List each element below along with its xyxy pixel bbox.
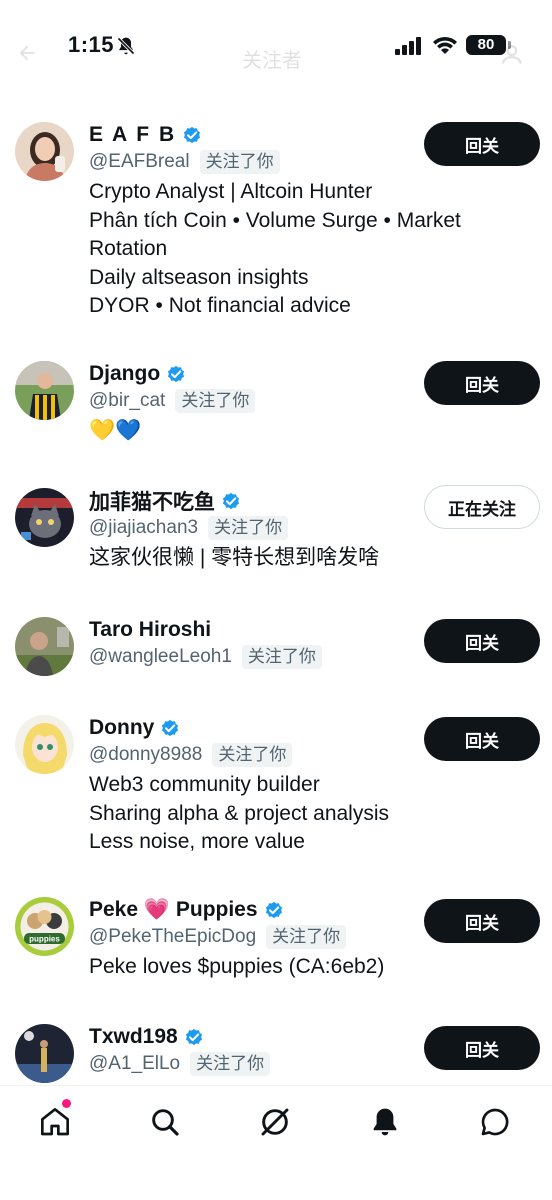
bottom-nav <box>0 1085 552 1200</box>
user-name: E A F B <box>89 123 177 146</box>
user-bio: Web3 community builder Sharing alpha & p… <box>89 771 489 857</box>
search-icon[interactable] <box>149 1106 181 1138</box>
bio-line: 💛💙 <box>89 419 142 442</box>
user-handle: @A1_ElLo <box>89 1053 181 1074</box>
list-item[interactable]: 加菲猫不吃鱼 @jiajiachan3 关注了你 这家伙很懒 | 零特长想到啥发… <box>0 485 552 578</box>
bell-off-icon <box>117 37 135 55</box>
verified-badge-icon <box>184 126 201 144</box>
bio-line: DYOR • Not financial advice <box>89 294 351 317</box>
list-item[interactable]: Txwd198 @A1_ElLo 关注了你 回关 <box>0 1024 552 1085</box>
verified-badge-icon <box>222 492 240 510</box>
list-item[interactable]: Taro Hiroshi @wangleeLeoh1 关注了你 回关 <box>0 617 552 687</box>
follows-you-badge: 关注了你 <box>190 1052 271 1076</box>
status-bar: 1:15 关注者 80 <box>0 0 552 92</box>
bio-line: Daily altseason insights <box>89 265 309 289</box>
verified-badge-icon <box>162 719 179 737</box>
bio-line: Less noise, more value <box>89 830 305 853</box>
handle-row: @bir_cat 关注了你 <box>89 388 256 414</box>
user-name: 加菲猫不吃鱼 <box>89 491 215 514</box>
list-item[interactable]: E A F B @EAFBreal 关注了你 Crypto Analyst | … <box>0 122 552 332</box>
header-title: 关注者 <box>242 50 302 72</box>
follows-you-badge: 关注了你 <box>175 389 256 413</box>
verified-badge-icon <box>168 365 185 383</box>
follow-back-button[interactable]: 回关 <box>424 361 540 405</box>
bio-line: Peke loves $puppies (CA:6eb2) <box>89 955 385 978</box>
avatar[interactable] <box>15 361 74 420</box>
user-handle: @wangleeLeoh1 <box>89 646 232 667</box>
user-bio: 💛💙 <box>89 417 489 446</box>
user-bio: Peke loves $puppies (CA:6eb2) <box>89 953 489 982</box>
followers-list[interactable]: E A F B @EAFBreal 关注了你 Crypto Analyst | … <box>0 92 552 1085</box>
handle-row: @A1_ElLo 关注了你 <box>89 1051 271 1077</box>
avatar[interactable] <box>15 715 74 774</box>
follow-back-button[interactable]: 回关 <box>424 717 540 761</box>
avatar[interactable] <box>15 488 74 547</box>
list-item[interactable]: Donny @donny8988 关注了你 Web3 community bui… <box>0 715 552 865</box>
follow-back-button[interactable]: 回关 <box>424 619 540 663</box>
follows-you-badge: 关注了你 <box>208 516 289 540</box>
following-button[interactable]: 正在关注 <box>424 485 540 529</box>
user-bio: 这家伙很懒 | 零特长想到啥发啥 <box>89 544 489 573</box>
avatar-text: puppies <box>29 935 60 944</box>
grok-icon[interactable] <box>259 1106 291 1138</box>
handle-row: @EAFBreal 关注了你 <box>89 149 280 175</box>
bio-line: Web3 community builder <box>89 773 320 796</box>
signal-icon <box>395 37 421 55</box>
user-handle: @EAFBreal <box>89 151 190 172</box>
follow-back-button[interactable]: 回关 <box>424 1026 540 1070</box>
home-icon[interactable] <box>39 1106 71 1138</box>
handle-row: @PekeTheEpicDog 关注了你 <box>89 924 347 950</box>
user-handle: @PekeTheEpicDog <box>89 926 257 947</box>
user-bio: Crypto Analyst | Altcoin Hunter Phân tíc… <box>89 178 489 321</box>
battery-icon: 80 <box>466 35 511 55</box>
name-row: Donny <box>89 715 181 741</box>
messages-icon[interactable] <box>479 1106 511 1138</box>
status-time: 1:15 <box>68 32 115 57</box>
name-row: Django <box>89 361 187 387</box>
name-row: Taro Hiroshi <box>89 617 211 643</box>
follows-you-badge: 关注了你 <box>241 645 322 669</box>
verified-badge-icon <box>265 901 282 919</box>
handle-row: @donny8988 关注了你 <box>89 742 293 768</box>
handle-row: @wangleeLeoh1 关注了你 <box>89 644 322 670</box>
user-handle: @donny8988 <box>89 744 203 765</box>
user-name: Taro Hiroshi <box>89 618 212 641</box>
user-handle: @bir_cat <box>89 390 166 411</box>
follows-you-badge: 关注了你 <box>212 743 293 767</box>
verified-badge-icon <box>185 1028 202 1046</box>
notifications-icon[interactable] <box>369 1106 401 1138</box>
follows-you-badge: 关注了你 <box>199 150 280 174</box>
follow-back-button[interactable]: 回关 <box>424 899 540 943</box>
handle-row: @jiajiachan3 关注了你 <box>89 515 289 541</box>
home-notification-dot <box>62 1099 71 1108</box>
user-name: Peke 💗 Puppies <box>89 898 258 921</box>
user-handle: @jiajiachan3 <box>89 517 199 538</box>
follows-you-badge: 关注了你 <box>266 925 347 949</box>
bio-line: 这家伙很懒 | 零特长想到啥发啥 <box>89 546 380 569</box>
bio-line: Rotation <box>89 237 168 260</box>
avatar[interactable] <box>15 122 74 181</box>
avatar[interactable] <box>15 617 74 676</box>
list-item[interactable]: puppies Peke 💗 Puppies @PekeTheEpicDog 关… <box>0 897 552 997</box>
bio-line: Sharing alpha & project analysis <box>89 801 390 825</box>
user-name: Donny <box>89 716 155 739</box>
wifi-icon <box>433 36 457 54</box>
user-name: Django <box>89 362 161 385</box>
name-row: 加菲猫不吃鱼 <box>89 488 242 514</box>
back-arrow-icon[interactable] <box>16 42 38 64</box>
user-name: Txwd198 <box>89 1025 178 1048</box>
follow-back-button[interactable]: 回关 <box>424 122 540 166</box>
bio-line: Crypto Analyst | Altcoin Hunter <box>89 180 373 203</box>
name-row: Peke 💗 Puppies <box>89 897 285 923</box>
list-item[interactable]: Django @bir_cat 关注了你 💛💙 回关 <box>0 361 552 461</box>
avatar[interactable]: puppies <box>15 897 74 956</box>
bio-line: Phân tích Coin • Volume Surge • Market <box>89 208 461 232</box>
name-row: E A F B <box>89 122 203 148</box>
avatar[interactable] <box>15 1024 74 1083</box>
name-row: Txwd198 <box>89 1024 205 1050</box>
